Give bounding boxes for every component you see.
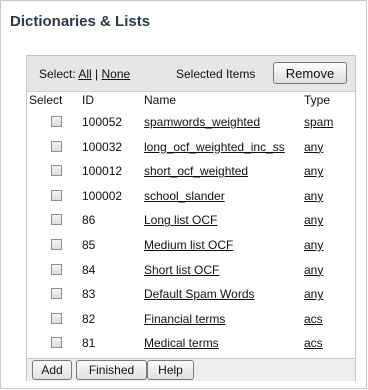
row-type-link[interactable]: any bbox=[304, 164, 323, 178]
selected-items-label: Selected Items bbox=[176, 67, 256, 81]
row-id: 100012 bbox=[82, 164, 123, 179]
row-id: 86 bbox=[82, 213, 96, 228]
row-id: 100052 bbox=[82, 115, 123, 129]
row-type-link[interactable]: acs bbox=[304, 336, 323, 350]
row-checkbox[interactable] bbox=[51, 116, 62, 127]
table-row: 100032 long_ocf_weighted_inc_ss any bbox=[27, 137, 355, 161]
table-row: 100052 spamwords_weighted spam bbox=[27, 112, 355, 136]
row-id: 100032 bbox=[82, 139, 123, 154]
row-id: 85 bbox=[82, 238, 96, 252]
row-checkbox[interactable] bbox=[51, 263, 62, 275]
table-header: Select ID Name Type bbox=[27, 93, 355, 110]
row-name-link[interactable]: Financial terms bbox=[144, 312, 225, 326]
row-name-link[interactable]: Medium list OCF bbox=[144, 238, 233, 252]
add-button[interactable]: Add bbox=[32, 360, 72, 380]
table-row: 100002 school_slander any bbox=[27, 186, 355, 210]
finished-button[interactable]: Finished bbox=[76, 360, 147, 380]
dictionaries-panel: Dictionaries & Lists Select: All | None … bbox=[0, 0, 367, 389]
select-none-link[interactable]: None bbox=[102, 67, 131, 81]
table-row: 81 Medical terms acs bbox=[27, 333, 355, 357]
row-id: 83 bbox=[82, 287, 96, 302]
row-name-link[interactable]: long_ocf_weighted_inc_ss bbox=[144, 140, 285, 154]
header-name: Name bbox=[144, 93, 177, 107]
table-row: 82 Financial terms acs bbox=[27, 309, 355, 333]
row-type-link[interactable]: any bbox=[304, 287, 323, 301]
row-name-link[interactable]: spamwords_weighted bbox=[144, 115, 260, 129]
header-type: Type bbox=[304, 93, 331, 107]
row-type-link[interactable]: any bbox=[304, 238, 323, 252]
select-label: Select: bbox=[39, 67, 76, 81]
row-name-link[interactable]: Short list OCF bbox=[144, 263, 219, 277]
select-toolbar: Select: All | None Selected Items Remove bbox=[27, 56, 355, 92]
row-type-link[interactable]: any bbox=[304, 189, 323, 203]
row-name-link[interactable]: school_slander bbox=[144, 189, 225, 203]
remove-button[interactable]: Remove bbox=[273, 62, 347, 84]
row-checkbox[interactable] bbox=[51, 337, 62, 349]
row-type-link[interactable]: any bbox=[304, 213, 323, 227]
row-checkbox[interactable] bbox=[51, 189, 62, 201]
row-id: 100002 bbox=[82, 188, 123, 203]
table-row: 86 Long list OCF any bbox=[27, 210, 355, 234]
row-name-link[interactable]: Medical terms bbox=[144, 336, 219, 350]
row-type-link[interactable]: acs bbox=[304, 312, 323, 326]
select-controls: Select: All | None bbox=[39, 67, 130, 81]
row-checkbox[interactable] bbox=[51, 214, 62, 226]
table-row: 84 Short list OCF any bbox=[27, 260, 355, 284]
header-select: Select bbox=[29, 93, 63, 107]
row-checkbox[interactable] bbox=[51, 288, 62, 300]
row-type-link[interactable]: spam bbox=[304, 115, 333, 129]
row-id: 84 bbox=[82, 262, 96, 277]
row-name-link[interactable]: Default Spam Words bbox=[144, 287, 255, 301]
row-name-link[interactable]: Long list OCF bbox=[144, 213, 217, 227]
panel-title: Dictionaries & Lists bbox=[10, 13, 151, 30]
footer-toolbar: Add Finished Help bbox=[27, 358, 355, 381]
row-type-link[interactable]: any bbox=[304, 140, 323, 154]
row-id: 82 bbox=[82, 311, 96, 326]
table-row: 100012 short_ocf_weighted any bbox=[27, 161, 355, 185]
table-row: 83 Default Spam Words any bbox=[27, 284, 355, 308]
row-checkbox[interactable] bbox=[51, 165, 62, 177]
help-button[interactable]: Help bbox=[147, 360, 194, 380]
row-id: 81 bbox=[82, 336, 96, 351]
dictionary-list-box: Select: All | None Selected Items Remove… bbox=[26, 55, 356, 381]
select-separator: | bbox=[95, 67, 99, 81]
row-checkbox[interactable] bbox=[51, 312, 62, 324]
row-checkbox[interactable] bbox=[51, 140, 62, 152]
table-row: 85 Medium list OCF any bbox=[27, 235, 355, 259]
row-name-link[interactable]: short_ocf_weighted bbox=[144, 164, 248, 178]
select-all-link[interactable]: All bbox=[78, 67, 91, 81]
row-checkbox[interactable] bbox=[51, 239, 62, 250]
row-type-link[interactable]: any bbox=[304, 263, 323, 277]
header-id: ID bbox=[82, 93, 94, 107]
